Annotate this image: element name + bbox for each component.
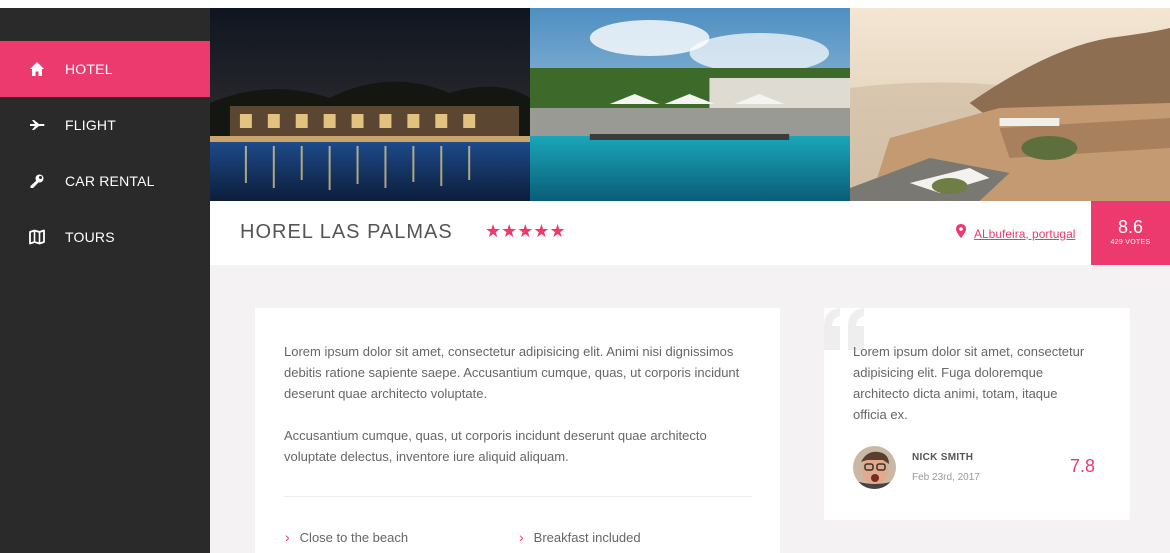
gallery-photo-terrace[interactable]	[850, 8, 1170, 201]
review-card: Lorem ipsum dolor sit amet, consectetur …	[824, 308, 1130, 520]
score-value: 8.6	[1117, 217, 1144, 237]
sidebar-item-label: CAR RENTAL	[65, 173, 155, 189]
chevron-right-icon: ›	[285, 529, 290, 545]
feature-item: › Breakfast included	[519, 529, 641, 545]
sidebar-item-label: TOURS	[65, 229, 115, 245]
home-icon	[29, 61, 45, 77]
review-text: Lorem ipsum dolor sit amet, consectetur …	[853, 344, 1085, 422]
reviewer-name: NICK SMITH	[912, 452, 974, 463]
plane-icon	[29, 117, 45, 133]
divider	[284, 496, 752, 497]
feature-label: Breakfast included	[533, 529, 641, 545]
sidebar-item-car-rental[interactable]: CAR RENTAL	[0, 153, 210, 209]
sidebar-item-label: FLIGHT	[65, 117, 116, 133]
map-pin-icon	[956, 224, 966, 243]
sidebar-item-hotel[interactable]: HOTEL	[0, 41, 210, 97]
location-link[interactable]: ALbufeira, portugal	[956, 224, 1075, 243]
gallery-photo-day-pool[interactable]	[530, 8, 850, 201]
top-strip	[0, 0, 1170, 8]
votes-count: 429 VOTES	[1110, 239, 1151, 246]
map-icon	[29, 229, 45, 245]
chevron-right-icon: ›	[519, 529, 524, 545]
hotel-name: HOREL LAS PALMAS	[240, 221, 453, 243]
feature-item: › Close to the beach	[285, 529, 408, 545]
wrench-icon	[29, 173, 45, 189]
location-text[interactable]: ALbufeira, portugal	[974, 227, 1075, 241]
star-rating: ★★★★★	[485, 221, 566, 241]
sidebar-item-label: HOTEL	[65, 61, 113, 77]
gallery-photo-night-pool[interactable]	[210, 8, 530, 201]
sidebar-item-tours[interactable]: TOURS	[0, 209, 210, 265]
review-score: 7.8	[1070, 456, 1096, 476]
review-date: Feb 23rd, 2017	[912, 472, 980, 483]
sidebar-nav: HOTEL FLIGHT CAR RENTAL TOURS	[0, 8, 210, 553]
avatar	[853, 446, 896, 489]
description-card: Lorem ipsum dolor sit amet, consectetur …	[255, 308, 780, 553]
hotel-title-bar: HOREL LAS PALMAS ★★★★★ ALbufeira, portug…	[210, 201, 1170, 265]
sidebar-item-flight[interactable]: FLIGHT	[0, 97, 210, 153]
score-badge: 8.6 429 VOTES	[1091, 201, 1170, 265]
description-paragraph: Accusantium cumque, quas, ut corporis in…	[284, 428, 707, 464]
description-paragraph: Lorem ipsum dolor sit amet, consectetur …	[284, 344, 740, 401]
photo-gallery	[210, 8, 1170, 201]
feature-label: Close to the beach	[299, 529, 409, 545]
